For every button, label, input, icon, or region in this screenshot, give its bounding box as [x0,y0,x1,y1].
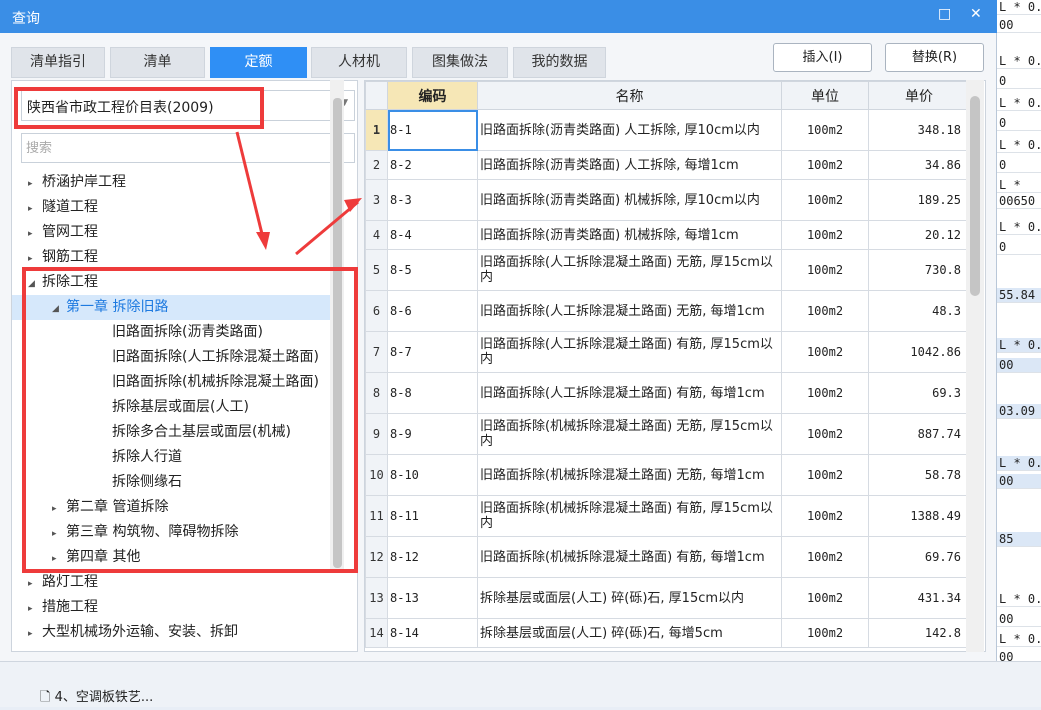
background-cell: 85 [997,532,1041,547]
background-cell: 55.84 [997,288,1041,303]
background-cell: 00 [997,474,1041,489]
background-cell: L * 0. [997,0,1041,15]
document-tree-item[interactable]: 🗋 4、空调板铁艺... [40,686,153,710]
background-cell: L * 0. [997,138,1041,153]
background-cell: 00 [997,358,1041,373]
background-cell: 0 [997,74,1041,89]
background-cell: 0 [997,116,1041,131]
background-cell: L * 0. [997,456,1041,471]
background-cell: 0 [997,158,1041,173]
background-cell: L * 0. [997,54,1041,69]
background-cell: L * 0. [997,220,1041,235]
background-cell: 03.09 [997,404,1041,419]
arrow-down-head [256,232,270,250]
background-cell: L * 0. [997,592,1041,607]
annotation-arrows [235,131,362,256]
background-cell: 00 [997,18,1041,33]
bottom-panel: 🗋 4、空调板铁艺... [0,661,1041,707]
arrow-right [295,200,359,256]
background-cell: L * 0. [997,632,1041,647]
background-cell: L * [997,178,1041,193]
document-item-label: 4、空调板铁艺... [54,690,154,705]
background-cell: 0 [997,240,1041,255]
background-cell: L * 0. [997,96,1041,111]
background-cell: 00 [997,612,1041,627]
arrow-down [235,131,265,239]
background-cell: 00650 [997,194,1041,209]
background-cell: L * 0. [997,338,1041,353]
background-window: L * 0. 00 L * 0. 0 L * 0. 0 L * 0. 0 L * 00650 L *… [997,0,1041,707]
